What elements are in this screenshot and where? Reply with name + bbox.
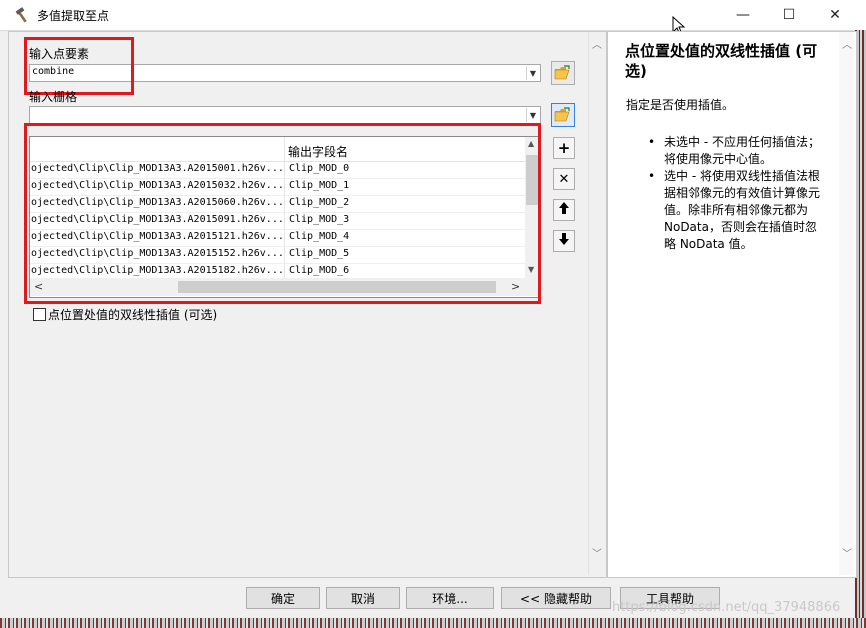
help-panel	[607, 31, 857, 578]
chevron-down-icon[interactable]: ▼	[526, 108, 539, 122]
plus-icon: +	[557, 139, 571, 157]
scroll-down-icon[interactable]: ﹀	[592, 545, 602, 560]
hammer-icon	[14, 6, 32, 24]
list-item: 未选中 - 不应用任何插值法；将使用像元中心值。	[648, 134, 828, 168]
arrow-down-icon	[558, 232, 570, 250]
browse-points-button[interactable]	[551, 61, 575, 85]
bilinear-checkbox-label[interactable]: 点位置处值的双线性插值 (可选)	[48, 306, 217, 323]
scroll-down-icon[interactable]: ﹀	[842, 545, 852, 560]
help-title: 点位置处值的双线性插值 (可选)	[625, 42, 818, 80]
help-scrollbar[interactable]: ︿ ﹀	[839, 32, 854, 575]
parameters-scrollbar[interactable]: ︿ ﹀	[588, 32, 605, 575]
close-button[interactable]: ✕	[812, 0, 858, 30]
folder-open-icon	[554, 65, 570, 80]
scroll-up-icon[interactable]: ︿	[592, 36, 602, 51]
window-title: 多值提取至点	[37, 9, 110, 23]
scroll-up-icon[interactable]: ︿	[842, 36, 852, 51]
watermark: https://blog.csdn.net/qq_37948866	[612, 600, 841, 615]
chevron-down-icon[interactable]: ▼	[526, 66, 539, 80]
cancel-button[interactable]: 取消	[326, 587, 400, 609]
environments-button[interactable]: 环境...	[406, 587, 494, 609]
add-row-button[interactable]: +	[553, 137, 575, 159]
delete-icon: ✕	[558, 171, 570, 187]
remove-row-button[interactable]: ✕	[553, 168, 575, 190]
list-item: 选中 - 将使用双线性插值法根据相邻像元的有效值计算像元值。除非所有相邻像元都为…	[648, 168, 828, 253]
input-rasters-label: 输入栅格	[29, 90, 78, 104]
minimize-button[interactable]: —	[720, 0, 766, 30]
folder-open-icon	[554, 107, 570, 122]
input-rasters-combo[interactable]: ▼	[29, 106, 541, 124]
highlight-box-input-points	[24, 37, 134, 95]
bilinear-checkbox[interactable]	[33, 308, 46, 321]
browse-rasters-button[interactable]	[551, 103, 575, 127]
maximize-button[interactable]: ☐	[766, 0, 812, 30]
background-pattern-bottom	[0, 618, 866, 628]
highlight-box-table	[24, 123, 541, 304]
help-description: 指定是否使用插值。	[626, 98, 735, 112]
help-list: 未选中 - 不应用任何插值法；将使用像元中心值。 选中 - 将使用双线性插值法根…	[648, 134, 828, 253]
move-down-button[interactable]	[553, 230, 575, 252]
arrow-up-icon	[558, 201, 570, 219]
move-up-button[interactable]	[553, 199, 575, 221]
hide-help-button[interactable]: << 隐藏帮助	[501, 587, 611, 609]
ok-button[interactable]: 确定	[246, 587, 320, 609]
